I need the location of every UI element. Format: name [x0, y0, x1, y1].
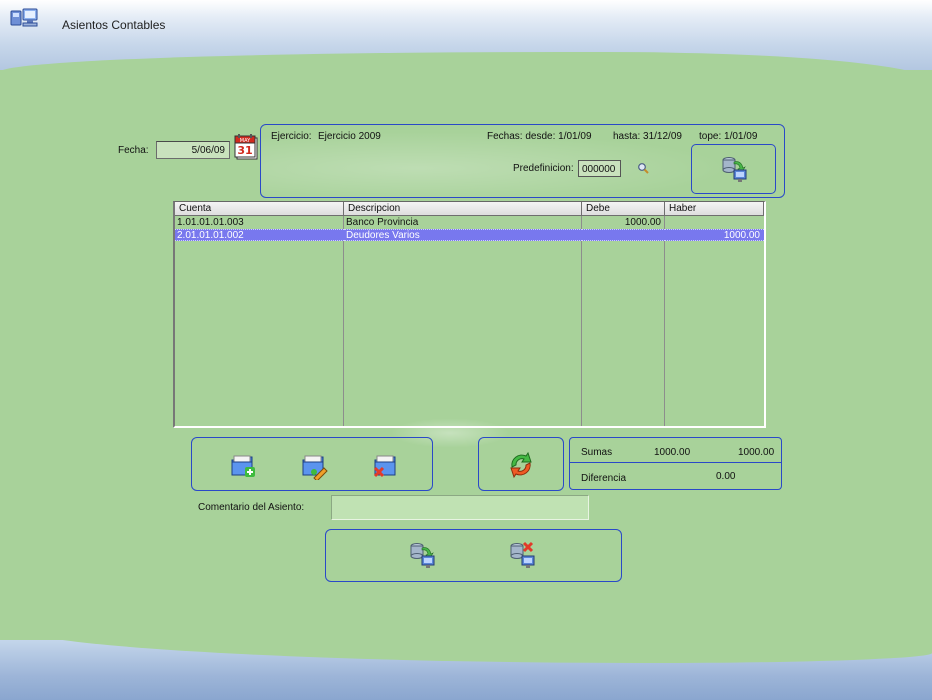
column-divider: [664, 216, 665, 426]
magnifier-icon[interactable]: [637, 162, 649, 174]
refresh-button[interactable]: [478, 437, 564, 491]
totals-panel: Sumas 1000.00 1000.00 Diferencia 0.00: [569, 437, 782, 490]
cell-debe: 1000.00: [624, 217, 661, 228]
confirm-panel: [325, 529, 622, 582]
column-header-debe[interactable]: Debe: [582, 202, 665, 216]
column-header-cuenta[interactable]: Cuenta: [175, 202, 344, 216]
predefinicion-field[interactable]: 000000: [578, 160, 621, 177]
computers-icon: [10, 8, 38, 27]
folder-edit-icon[interactable]: [300, 452, 328, 480]
diferencia-label: Diferencia: [581, 473, 627, 484]
calendar-icon[interactable]: MAY 31: [233, 133, 261, 161]
cell-descripcion: Banco Provincia: [346, 217, 419, 228]
database-transfer-icon: [722, 157, 747, 182]
row-actions-panel: [191, 437, 433, 491]
fechas-hasta: hasta: 31/12/09: [613, 131, 682, 142]
fecha-label: Fecha:: [118, 145, 149, 156]
sumas-label: Sumas: [581, 447, 613, 458]
column-divider: [581, 216, 582, 426]
column-divider: [343, 216, 344, 426]
grid-header: Cuenta Descripcion Debe Haber: [175, 202, 764, 216]
cell-cuenta: 2.01.01.01.002: [175, 229, 344, 241]
asiento-grid[interactable]: Cuenta Descripcion Debe Haber 1.01.01.01…: [173, 201, 766, 428]
comentario-label: Comentario del Asiento:: [198, 502, 305, 513]
svg-text:31: 31: [237, 144, 252, 157]
cell-debe: [582, 229, 665, 241]
ejercicio-value: Ejercicio 2009: [318, 131, 381, 142]
fechas-desde: Fechas: desde: 1/01/09: [487, 131, 592, 142]
diferencia-value: 0.00: [716, 471, 736, 482]
sumas-haber: 1000.00: [738, 447, 775, 458]
cell-haber: 1000.00: [665, 229, 764, 241]
fecha-field[interactable]: 5/06/09: [156, 141, 230, 159]
fecha-tope: tope: 1/01/09: [699, 131, 758, 142]
database-confirm-icon[interactable]: [408, 540, 438, 570]
table-row[interactable]: 1.01.01.01.003 Banco Provincia 1000.00: [175, 217, 764, 229]
ejercicio-panel: Ejercicio: Ejercicio 2009 Fechas: desde:…: [260, 124, 785, 198]
refresh-arrows-icon: [510, 451, 532, 479]
transfer-button[interactable]: [691, 144, 776, 194]
sumas-debe: 1000.00: [654, 447, 691, 458]
table-row-selected[interactable]: 2.01.01.01.002 Deudores Varios 1000.00: [175, 229, 764, 241]
cell-haber: [665, 217, 764, 229]
folder-delete-icon[interactable]: [372, 452, 400, 480]
window-title: Asientos Contables: [62, 18, 166, 32]
database-cancel-icon[interactable]: [508, 540, 538, 570]
column-header-haber[interactable]: Haber: [665, 202, 764, 216]
ejercicio-label: Ejercicio:: [271, 131, 312, 142]
column-header-descripcion[interactable]: Descripcion: [344, 202, 582, 216]
title-bar-curve: [0, 52, 932, 92]
cell-cuenta: 1.01.01.01.003: [177, 217, 244, 228]
comentario-field[interactable]: [331, 495, 589, 520]
divider: [570, 462, 781, 463]
predefinicion-label: Predefinicion:: [513, 163, 574, 174]
folder-add-icon[interactable]: [229, 452, 257, 480]
cell-descripcion: Deudores Varios: [344, 229, 582, 241]
